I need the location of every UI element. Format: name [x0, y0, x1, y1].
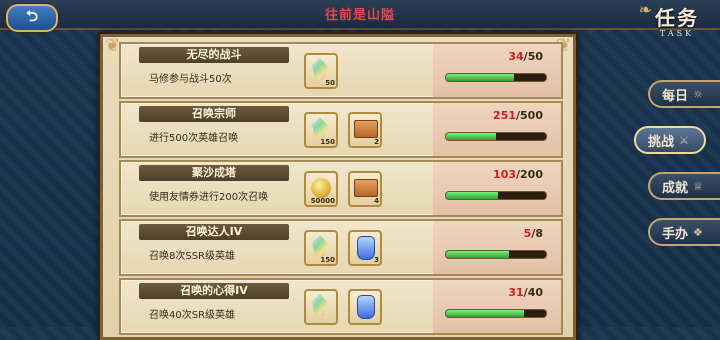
mission-row[interactable]: 聚沙成塔使用友情券进行200次召唤 50000 4 103/200: [119, 160, 563, 217]
mission-description: 召唤40次SR级英雄: [149, 310, 236, 321]
mission-row[interactable]: 召唤宗师进行500次英雄召唤 150 2 251/500: [119, 101, 563, 158]
reward-quantity: 50: [325, 79, 335, 87]
progress-box: 251/500: [433, 103, 561, 156]
progress-fill: [446, 251, 509, 258]
reward-item[interactable]: 50000: [304, 171, 338, 207]
mission-row[interactable]: 召唤达人IV 召唤8次SSR级英雄 150 3 5/8: [119, 219, 563, 276]
gem-icon: [312, 294, 328, 316]
tab-label: 挑战: [648, 134, 675, 150]
potion-icon: [357, 236, 375, 260]
reward-item[interactable]: 150: [304, 112, 338, 148]
tab-icon: ☼: [693, 87, 703, 101]
progress-bar: [445, 191, 547, 200]
mission-title: 无尽的战斗: [139, 47, 289, 63]
progress-bar: [445, 132, 547, 141]
tab-icon: ⚔: [679, 133, 689, 147]
progress-current: 31: [508, 286, 524, 299]
progress-fill: [446, 74, 514, 81]
mission-row[interactable]: 召唤的心得IV 召唤40次SR级英雄 31/40: [119, 278, 563, 335]
page-title-text: 任务: [655, 6, 699, 30]
gem-icon: [312, 117, 328, 139]
mission-panel: ❦ ❦ 无尽的战斗 马修参与战斗50次 50 34/50 召唤宗师 进行500次英雄召唤 1…: [100, 34, 576, 340]
progress-bar: [445, 250, 547, 259]
tab-label: 每日: [662, 88, 689, 104]
coin-icon: [311, 178, 331, 198]
reward-item[interactable]: [304, 289, 338, 325]
progress-box: 34/50: [433, 44, 561, 97]
reward-quantity: 3: [374, 256, 379, 264]
progress-text: 31/40: [508, 286, 543, 299]
progress-text: 5/8: [524, 227, 543, 240]
page-title: 任务 TASK: [642, 2, 712, 38]
reward-item[interactable]: 4: [348, 171, 382, 207]
mission-description: 召唤8次SSR级英雄: [149, 251, 236, 262]
gem-icon: [312, 58, 328, 80]
tab-label: 手办: [662, 226, 689, 242]
mission-title: 召唤的心得IV: [139, 283, 289, 299]
tab-0[interactable]: 每日 ☼: [648, 80, 720, 108]
progress-text: 103/200: [493, 168, 543, 181]
tab-icon: ♕: [693, 179, 703, 193]
progress-fill: [446, 133, 497, 140]
progress-box: 31/40: [433, 280, 561, 333]
progress-current: 103: [493, 168, 517, 181]
mission-description: 使用友情券进行200次召唤: [149, 192, 269, 203]
ticket-icon: [354, 120, 378, 138]
progress-bar: [445, 73, 547, 82]
mission-row[interactable]: 无尽的战斗马修参与战斗50次 50 34/50: [119, 42, 563, 99]
reward-item[interactable]: 3: [348, 230, 382, 266]
progress-box: 103/200: [433, 162, 561, 215]
progress-text: 251/500: [493, 109, 543, 122]
progress-total: /8: [531, 227, 543, 240]
reward-quantity: 150: [320, 256, 335, 264]
progress-current: 34: [508, 50, 524, 63]
reward-item[interactable]: [348, 289, 382, 325]
gem-icon: [312, 235, 328, 257]
tab-label: 成就: [662, 180, 689, 196]
reward-item[interactable]: 150: [304, 230, 338, 266]
header-title: 往前是山隘: [324, 8, 395, 23]
panel-corner-ornament-icon: ❦: [105, 35, 121, 56]
progress-current: 251: [493, 109, 517, 122]
mission-description: 进行500次英雄召唤: [149, 133, 239, 144]
reward-item[interactable]: 2: [348, 112, 382, 148]
progress-text: 34/50: [508, 50, 543, 63]
tab-icon: ❖: [693, 225, 703, 239]
mission-title: 聚沙成塔: [139, 165, 289, 181]
progress-fill: [446, 310, 524, 317]
potion-icon: [357, 295, 375, 319]
progress-total: /200: [516, 168, 543, 181]
progress-fill: [446, 192, 498, 199]
mission-description: 马修参与战斗50次: [149, 74, 232, 85]
progress-total: /50: [523, 50, 543, 63]
tab-2[interactable]: 成就 ♕: [648, 172, 720, 200]
progress-bar: [445, 309, 547, 318]
ticket-icon: [354, 179, 378, 197]
reward-quantity: 150: [320, 138, 335, 146]
reward-item[interactable]: 50: [304, 53, 338, 89]
progress-total: /40: [523, 286, 543, 299]
mission-title: 召唤宗师: [139, 106, 289, 122]
reward-quantity: 2: [374, 138, 379, 146]
reward-quantity: 50000: [310, 197, 335, 205]
reward-quantity: 4: [374, 197, 379, 205]
progress-box: 5/8: [433, 221, 561, 274]
tab-3[interactable]: 手办 ❖: [648, 218, 720, 246]
mission-title: 召唤达人IV: [139, 224, 289, 240]
page-title-en: TASK: [659, 29, 695, 38]
tab-1[interactable]: 挑战 ⚔: [634, 126, 706, 154]
progress-total: /500: [516, 109, 543, 122]
top-bar: ⮌ 往前是山隘 ❧ 任务 TASK: [0, 0, 720, 38]
